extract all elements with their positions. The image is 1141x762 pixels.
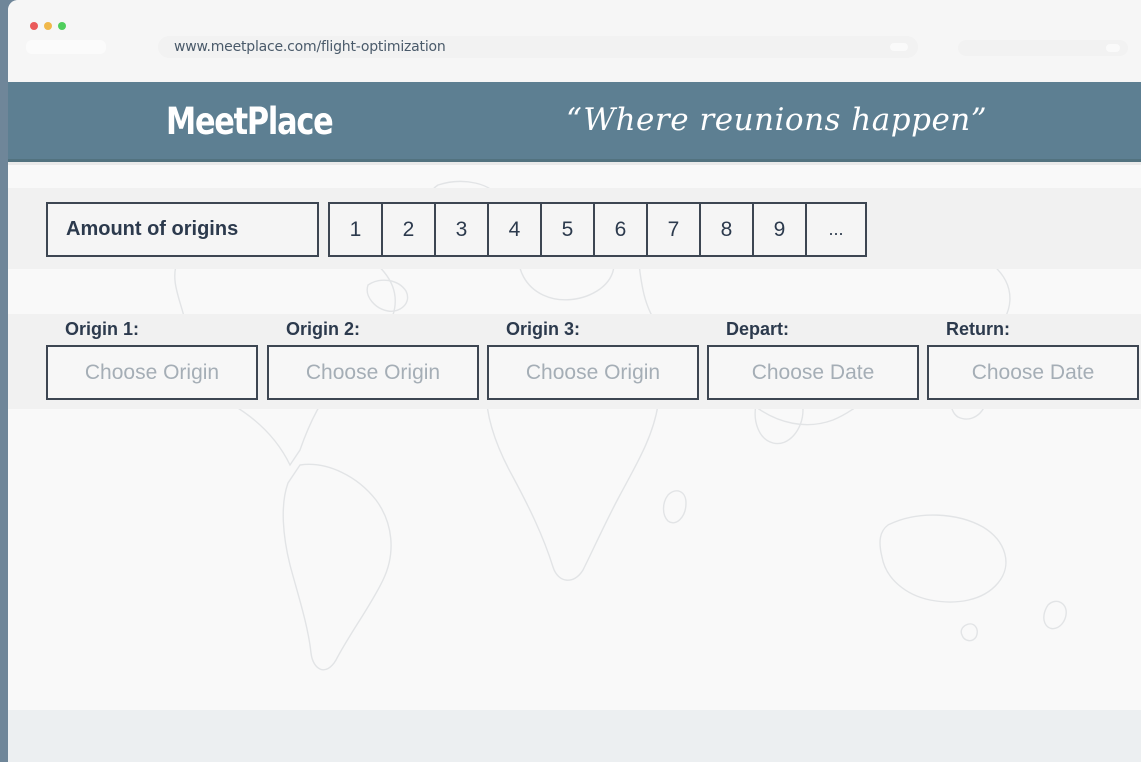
main-content: Amount of origins 1 2 3 4 5 6 7 8 9 ... … [8, 165, 1141, 710]
origin-3-field: Origin 3: Choose Origin [487, 317, 699, 400]
depart-date-input[interactable]: Choose Date [707, 345, 919, 400]
origins-selector: Amount of origins 1 2 3 4 5 6 7 8 9 ... [46, 202, 867, 257]
address-url: www.meetplace.com/flight-optimization [174, 39, 446, 55]
origins-count-options: 1 2 3 4 5 6 7 8 9 ... [328, 202, 867, 257]
origins-count-7[interactable]: 7 [646, 202, 701, 257]
browser-tab[interactable] [26, 40, 106, 54]
address-bar-button[interactable] [890, 43, 908, 51]
return-field: Return: Choose Date [927, 317, 1139, 400]
minimize-dot-icon[interactable] [44, 22, 52, 30]
origins-count-4[interactable]: 4 [487, 202, 542, 257]
origins-count-3[interactable]: 3 [434, 202, 489, 257]
origin-3-input[interactable]: Choose Origin [487, 345, 699, 400]
origins-count-8[interactable]: 8 [699, 202, 754, 257]
close-dot-icon[interactable] [30, 22, 38, 30]
origins-count-5[interactable]: 5 [540, 202, 595, 257]
site-tagline: “Where reunions happen” [566, 102, 988, 138]
depart-label: Depart: [726, 319, 790, 339]
origins-count-more[interactable]: ... [805, 202, 867, 257]
origin-2-field: Origin 2: Choose Origin [267, 317, 479, 400]
origins-count-1[interactable]: 1 [328, 202, 383, 257]
return-label: Return: [946, 319, 1010, 339]
search-bar-button[interactable] [1106, 44, 1120, 52]
page-footer [8, 710, 1141, 762]
browser-window: www.meetplace.com/flight-optimization Me… [8, 0, 1141, 762]
maximize-dot-icon[interactable] [58, 22, 66, 30]
origin-1-label: Origin 1: [65, 319, 140, 339]
depart-field: Depart: Choose Date [707, 317, 919, 400]
site-header: MeetPlace “Where reunions happen” [8, 82, 1141, 162]
origin-2-label: Origin 2: [286, 319, 361, 339]
return-date-input[interactable]: Choose Date [927, 345, 1139, 400]
origins-count-9[interactable]: 9 [752, 202, 807, 257]
origin-3-label: Origin 3: [506, 319, 581, 339]
origins-count-6[interactable]: 6 [593, 202, 648, 257]
window-controls [30, 22, 66, 30]
browser-search-bar[interactable] [958, 40, 1128, 56]
site-logo[interactable]: MeetPlace [166, 100, 334, 143]
origin-1-field: Origin 1: Choose Origin [46, 317, 258, 400]
address-bar[interactable]: www.meetplace.com/flight-optimization [158, 36, 918, 58]
browser-chrome: www.meetplace.com/flight-optimization [8, 0, 1141, 82]
origins-count-2[interactable]: 2 [381, 202, 436, 257]
origin-1-input[interactable]: Choose Origin [46, 345, 258, 400]
origin-2-input[interactable]: Choose Origin [267, 345, 479, 400]
origins-label: Amount of origins [46, 202, 319, 257]
